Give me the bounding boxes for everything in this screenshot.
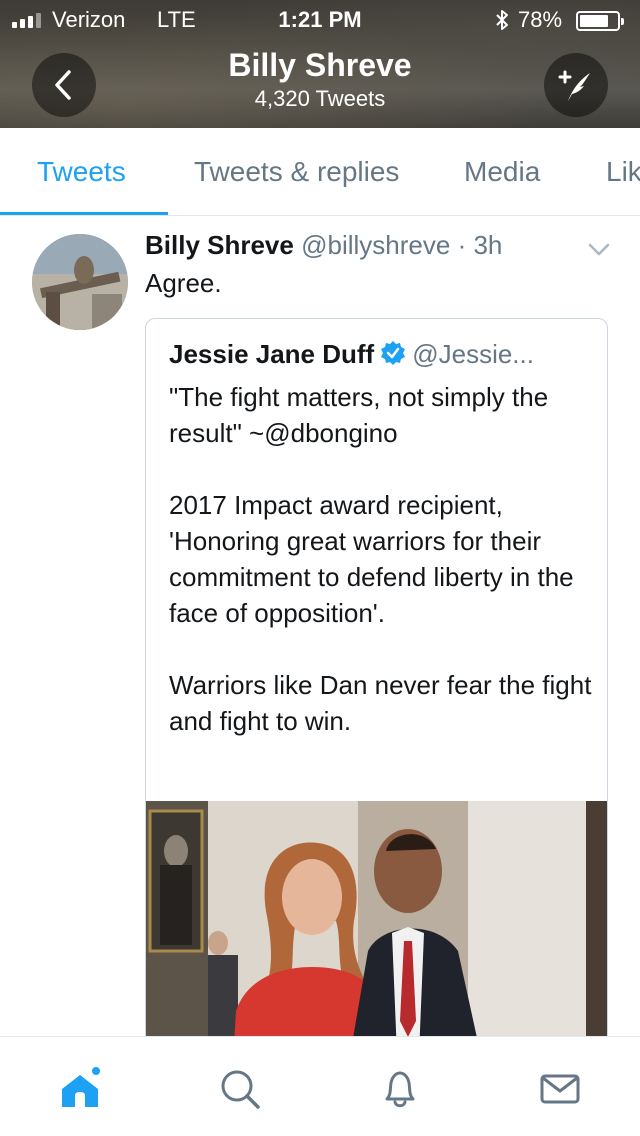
tab-tweets[interactable]: Tweets [37,156,126,188]
active-tab-indicator [0,212,168,215]
quoted-author-name: Jessie Jane Duff [169,339,375,369]
profile-header: Verizon LTE 1:21 PM 78% Billy Shreve 4,3… [0,0,640,128]
battery-icon [576,11,624,31]
tweet-age: 3h [473,230,503,260]
compose-feather-icon [558,70,590,101]
verified-badge-icon [381,341,406,365]
tab-tweets-and-replies[interactable]: Tweets & replies [194,156,399,188]
quoted-tweet-body: "The fight matters, not simply the resul… [169,379,594,739]
tweet-author-handle[interactable]: @billyshreve [301,230,450,260]
tweet-author-name[interactable]: Billy Shreve [145,230,294,260]
search-icon[interactable] [218,1067,262,1111]
battery-percentage: 78% [518,7,563,32]
quoted-tweet-card[interactable]: Jessie Jane Duff @Jessie... "The fight m… [145,318,608,1078]
home-icon[interactable] [58,1067,102,1111]
avatar[interactable] [32,234,128,330]
chevron-down-icon[interactable] [586,236,612,262]
bluetooth-icon [496,10,508,30]
messages-envelope-icon[interactable] [538,1067,582,1111]
notifications-bell-icon[interactable] [378,1067,422,1111]
bottom-tab-bar [0,1036,640,1136]
quoted-paragraph: 2017 Impact award recipient, 'Honoring g… [169,490,574,628]
tab-likes[interactable]: Lik [606,156,640,188]
status-bar: Verizon LTE 1:21 PM 78% [0,0,640,40]
quoted-author-handle: @Jessie... [412,339,534,369]
compose-tweet-button[interactable] [544,53,608,117]
tweet-text: Agree. [145,268,222,298]
quoted-paragraph: Warriors like Dan never fear the fight a… [169,670,592,736]
dot-separator: · [457,230,467,260]
quoted-paragraph: "The fight matters, not simply the resul… [169,382,549,448]
avatar-image [32,234,128,330]
profile-tabs: Tweets Tweets & replies Media Lik [0,128,640,216]
tweet-header: Billy Shreve @billyshreve · 3h [145,230,502,261]
tab-media[interactable]: Media [464,156,540,188]
quoted-tweet-header: Jessie Jane Duff @Jessie... [169,339,534,370]
